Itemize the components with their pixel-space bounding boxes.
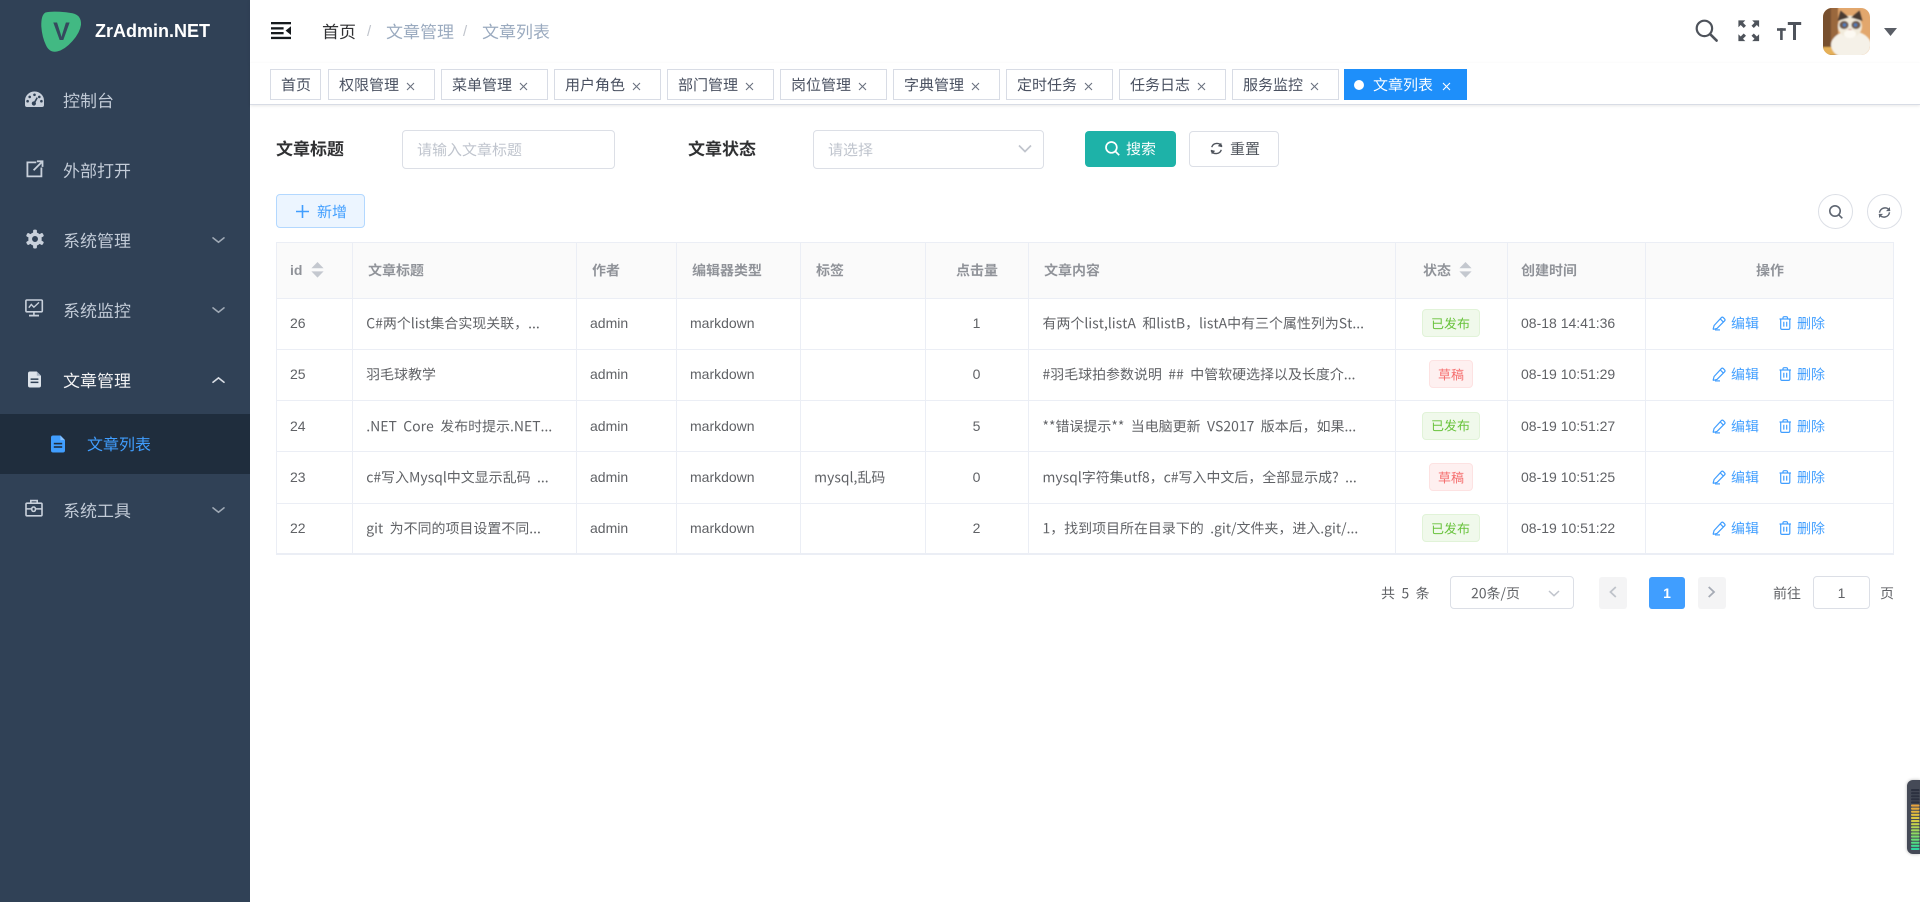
svg-text:V: V [53,18,70,46]
